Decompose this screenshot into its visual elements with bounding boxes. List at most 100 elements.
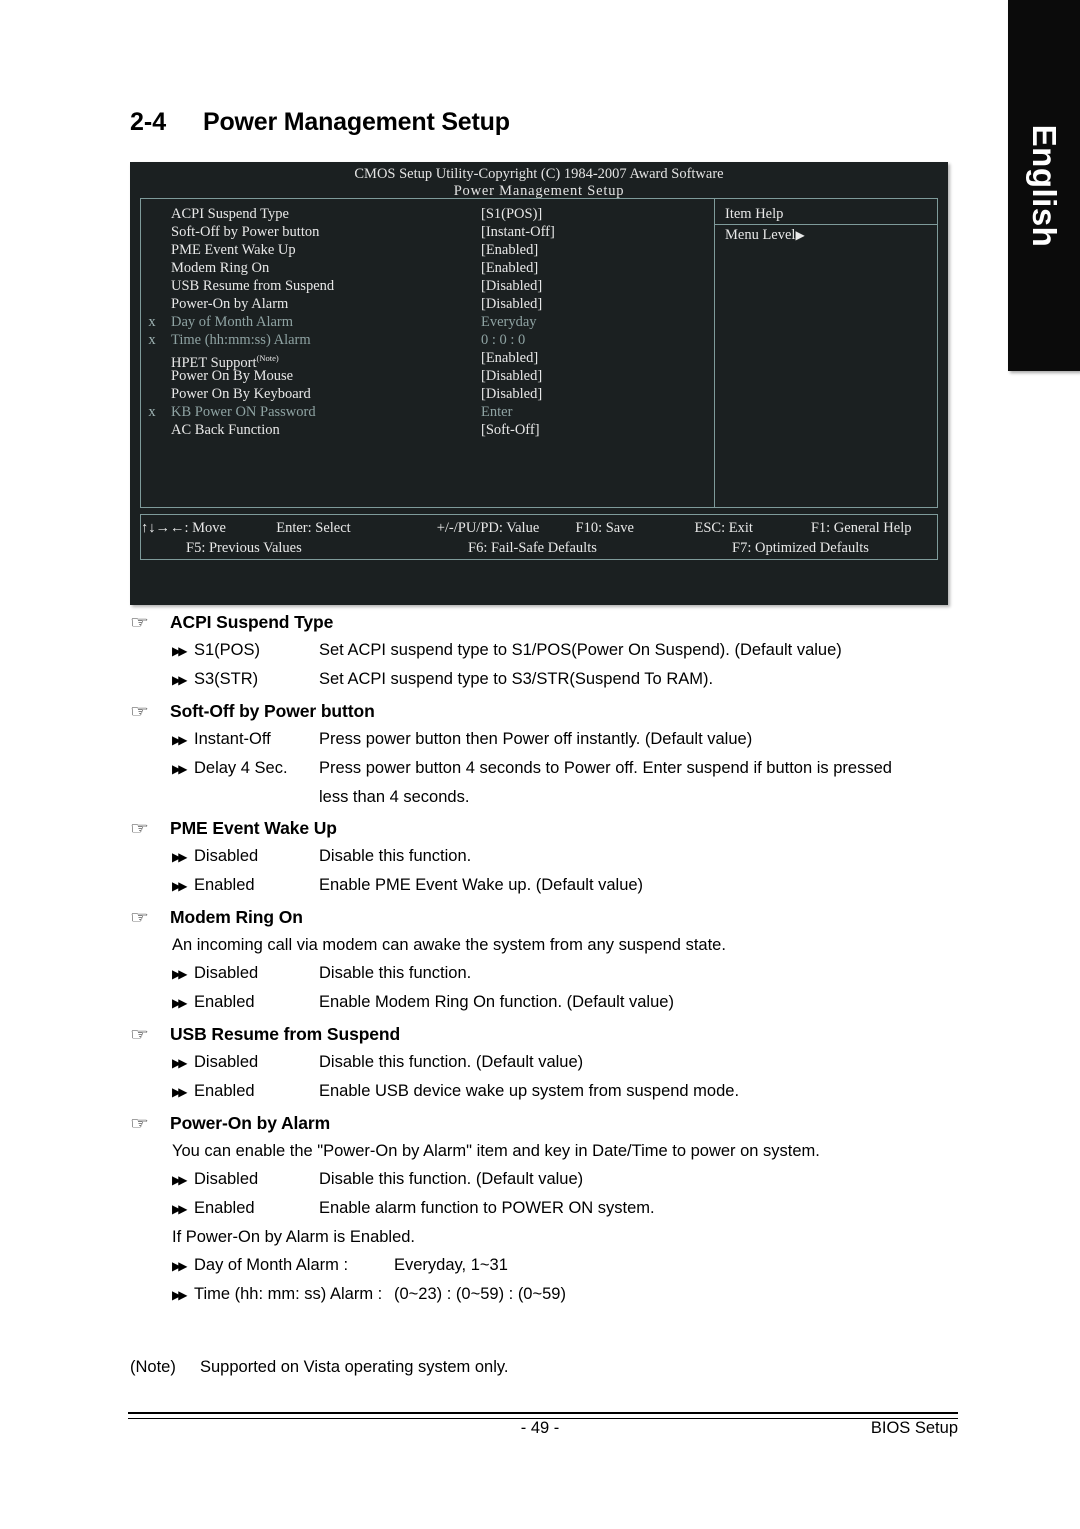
bios-item-note-superscript: (Note) [256, 353, 279, 363]
bios-option-descriptions: ☞ ACPI Suspend Type ▶▶ S1(POS) Set ACPI susp… [130, 612, 960, 1316]
option-value-description: Enable Modem Ring On function. (Default … [319, 993, 674, 1011]
bios-item-row[interactable]: x KB Power ON Password Enter [141, 403, 714, 421]
double-triangle-bullet-icon: ▶▶ [172, 1288, 187, 1302]
footer-chapter-label: BIOS Setup [870, 1419, 958, 1437]
bios-item-row[interactable]: ACPI Suspend Type [S1(POS)] [141, 205, 714, 223]
bios-item-row[interactable]: PME Event Wake Up [Enabled] [141, 241, 714, 259]
footnote-tag: (Note) [130, 1358, 176, 1376]
option-section-heading: ☞ USB Resume from Suspend [130, 1024, 960, 1045]
footnote-text: Supported on Vista operating system only… [200, 1358, 509, 1376]
bios-item-value[interactable]: [Disabled] [481, 385, 714, 403]
option-section-heading: ☞ Soft-Off by Power button [130, 701, 960, 722]
bios-item-label: ACPI Suspend Type [171, 206, 289, 222]
bios-item-disabled-marker [141, 385, 163, 403]
option-value-name: Enabled [194, 1199, 255, 1217]
bios-item-disabled-marker: x [148, 314, 156, 330]
bios-item-row[interactable]: Power-On by Alarm [Disabled] [141, 295, 714, 313]
bios-item-disabled-marker [141, 277, 163, 295]
language-tab: English [1008, 0, 1080, 371]
bios-item-value[interactable]: Enter [481, 403, 714, 421]
section-title: Power Management Setup [203, 108, 510, 136]
page-title: 2-4 Power Management Setup [130, 108, 510, 137]
option-value-description: Set ACPI suspend type to S3/STR(Suspend … [319, 670, 714, 688]
bios-setup-screen: CMOS Setup Utility-Copyright (C) 1984-20… [130, 162, 948, 605]
bios-key-hint: F1: General Help [810, 520, 912, 536]
bios-item-disabled-marker [141, 205, 163, 223]
bios-item-value[interactable]: [Disabled] [481, 295, 714, 313]
option-value-name: Delay 4 Sec. [194, 759, 288, 777]
double-triangle-bullet-icon: ▶▶ [172, 967, 187, 981]
option-value-row: ▶▶ Delay 4 Sec. Press power button 4 secon… [130, 756, 960, 781]
option-section-heading: ☞ PME Event Wake Up [130, 818, 960, 839]
option-value-description: Enable PME Event Wake up. (Default value… [319, 876, 644, 894]
option-section: ☞ ACPI Suspend Type ▶▶ S1(POS) Set ACPI susp… [130, 612, 960, 692]
bios-item-row[interactable]: Power On By Keyboard [Disabled] [141, 385, 714, 403]
option-value-row: ▶▶ Instant-Off Press power button then Pow… [130, 727, 960, 752]
option-value-description: Enable alarm function to POWER ON system… [319, 1199, 655, 1217]
bios-item-row[interactable]: AC Back Function [Soft-Off] [141, 421, 714, 439]
pointing-hand-icon: ☞ [130, 1025, 150, 1044]
option-value-description: Disable this function. [319, 847, 472, 865]
bios-key-legend-row-1: ↑↓→←: Move Enter: Select +/-/PU/PD: Value F… [141, 518, 937, 538]
option-value-description: Set ACPI suspend type to S1/POS(Power On… [319, 641, 842, 659]
bios-item-value[interactable]: [Enabled] [481, 241, 714, 259]
bios-item-disabled-marker [141, 259, 163, 277]
bios-item-label: AC Back Function [171, 422, 280, 438]
bios-key-hint: F5: Previous Values [186, 540, 302, 556]
option-section: ☞ Modem Ring On An incoming call via modem… [130, 907, 960, 1015]
double-triangle-bullet-icon: ▶▶ [172, 1173, 187, 1187]
double-triangle-bullet-icon: ▶▶ [172, 733, 187, 747]
bios-item-row[interactable]: USB Resume from Suspend [Disabled] [141, 277, 714, 295]
option-value-row: ▶▶ Enabled Enable alarm function to POWER … [130, 1196, 960, 1221]
bios-item-label: Power-On by Alarm [171, 296, 289, 312]
option-value-row: ▶▶ Disabled Disable this function. [130, 961, 960, 986]
bios-item-value[interactable]: [Enabled] [481, 259, 714, 277]
double-triangle-bullet-icon: ▶▶ [172, 850, 187, 864]
double-triangle-bullet-icon: ▶▶ [172, 1056, 187, 1070]
pointing-hand-icon: ☞ [130, 1114, 150, 1133]
bios-copyright-title: CMOS Setup Utility-Copyright (C) 1984-20… [354, 166, 724, 182]
option-value-name: S1(POS) [194, 641, 261, 659]
bios-item-row[interactable]: x Time (hh:mm:ss) Alarm 0 : 0 : 0 [141, 331, 714, 349]
bios-item-row[interactable]: Modem Ring On [Enabled] [141, 259, 714, 277]
option-value-row: ▶▶ S3(STR) Set ACPI suspend type to S3/STR… [130, 667, 960, 692]
bios-item-value[interactable]: [S1(POS)] [481, 205, 714, 223]
bios-item-label: HPET Support(Note) [171, 353, 279, 371]
double-triangle-bullet-icon: ▶▶ [172, 1085, 187, 1099]
option-section-heading-text: Modem Ring On [170, 907, 303, 927]
option-value-description: Disable this function. (Default value) [319, 1170, 584, 1188]
bios-item-disabled-marker [141, 241, 163, 259]
bios-key-legend: ↑↓→←: Move Enter: Select +/-/PU/PD: Value F… [140, 514, 938, 560]
double-triangle-bullet-icon: ▶▶ [172, 879, 187, 893]
option-section-heading-text: ACPI Suspend Type [170, 612, 334, 632]
bios-item-disabled-marker: x [148, 332, 156, 348]
option-value-description: Press power button 4 seconds to Power of… [319, 759, 892, 777]
bios-item-row[interactable]: Soft-Off by Power button [Instant-Off] [141, 223, 714, 241]
menu-level-line: Menu Level▶ [715, 226, 937, 244]
bios-item-row[interactable]: HPET Support(Note) [Enabled] [141, 349, 714, 371]
bios-key-hint: F6: Fail-Safe Defaults [468, 540, 597, 556]
option-value-name: Day of Month Alarm : [194, 1256, 349, 1274]
bios-item-label: Day of Month Alarm [171, 314, 294, 330]
bios-item-value[interactable]: [Instant-Off] [481, 223, 714, 241]
option-section: ☞ PME Event Wake Up ▶▶ Disabled Disable this… [130, 818, 960, 898]
bios-item-row[interactable]: Power On By Mouse [Disabled] [141, 367, 714, 385]
bios-item-value[interactable]: [Soft-Off] [481, 421, 714, 439]
bios-item-value[interactable]: [Disabled] [481, 367, 714, 385]
option-value-row: ▶▶ Enabled Enable PME Event Wake up. (Defa… [130, 873, 960, 898]
bios-item-value[interactable]: 0 : 0 : 0 [481, 331, 714, 349]
bios-item-disabled-marker: x [148, 404, 156, 420]
pointing-hand-icon: ☞ [130, 819, 150, 838]
bios-item-value[interactable]: Everyday [481, 313, 714, 331]
option-section-heading: ☞ Power-On by Alarm [130, 1113, 960, 1134]
bios-item-row[interactable]: x Day of Month Alarm Everyday [141, 313, 714, 331]
bios-item-disabled-marker [141, 421, 163, 439]
bios-key-hint: F7: Optimized Defaults [732, 540, 869, 556]
bios-item-label: Power On By Keyboard [171, 386, 311, 402]
menu-level-arrow-icon: ▶ [795, 228, 805, 242]
option-value-description: Disable this function. [319, 964, 472, 982]
option-section-heading-text: PME Event Wake Up [170, 818, 337, 838]
option-value-description: Enable USB device wake up system from su… [319, 1082, 740, 1100]
bios-item-value[interactable]: [Enabled] [481, 349, 714, 367]
bios-item-value[interactable]: [Disabled] [481, 277, 714, 295]
